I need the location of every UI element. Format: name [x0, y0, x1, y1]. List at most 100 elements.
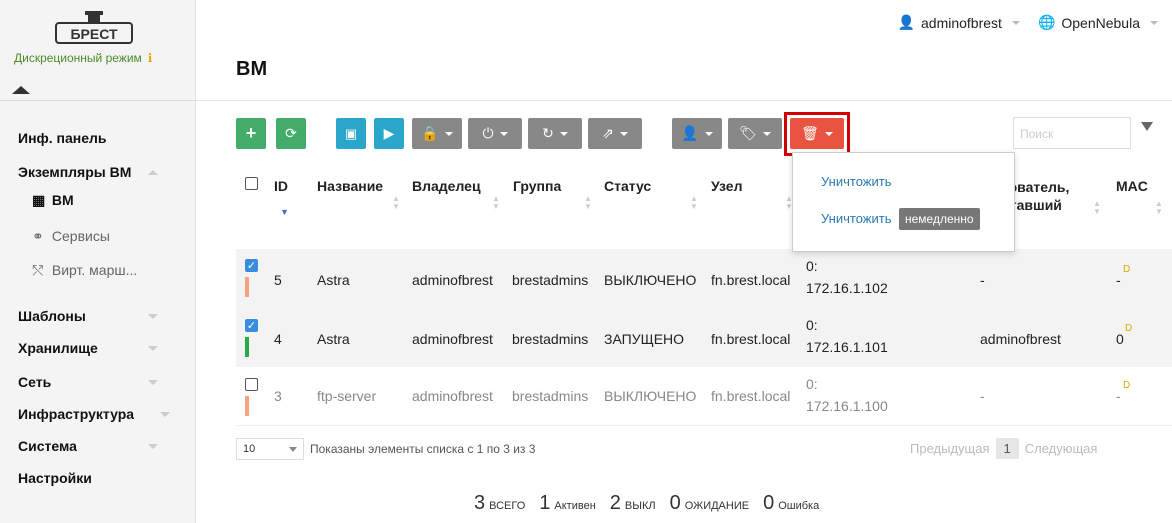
- pagination: Предыдущая 1 Следующая: [910, 438, 1097, 459]
- cell-group: brestadmins: [512, 388, 589, 404]
- top-bar: 👤 adminofbrest 🌐 OpenNebula: [898, 14, 1158, 31]
- prev-button[interactable]: Предыдущая: [910, 441, 990, 456]
- count-pending: 0 ОЖИДАНИЕ: [669, 492, 750, 514]
- nav-settings[interactable]: Настройки: [18, 470, 92, 486]
- nav-storage[interactable]: Хранилище: [18, 340, 98, 356]
- cell-status: ВЫКЛЮЧЕНО: [604, 388, 697, 404]
- sort-icon: ▲ ▼: [492, 194, 500, 211]
- labels-menu-button[interactable]: 🏷: [728, 118, 782, 149]
- reboot-menu-button[interactable]: ↻: [528, 118, 582, 149]
- chevron-down-icon: [160, 412, 170, 417]
- caret-down-icon: [499, 131, 508, 136]
- cell-owner: adminofbrest: [412, 272, 493, 288]
- count-error: 0 Ошибка: [763, 492, 820, 514]
- cell-id: 4: [274, 331, 282, 347]
- filter-icon[interactable]: [1141, 122, 1153, 131]
- sidebar: БРЕСТ Дискреционный режим ℹ Инф. панель Э…: [0, 0, 196, 523]
- divider: [196, 100, 1172, 101]
- nav-network[interactable]: Сеть: [18, 374, 51, 390]
- info-icon[interactable]: ℹ: [148, 51, 153, 65]
- nav-vm-instances[interactable]: Экземпляры ВМ: [18, 164, 131, 180]
- nav-system[interactable]: Система: [18, 438, 77, 454]
- table-row[interactable]: ✓ 5 Astra adminofbrest brestadmins ВЫКЛЮ…: [236, 249, 1172, 308]
- nav-services-label: Сервисы: [51, 228, 110, 244]
- chevron-down-icon: [148, 346, 158, 351]
- col-group[interactable]: Группа: [513, 178, 561, 194]
- cell-id: 3: [274, 388, 282, 404]
- cell-host: fn.brest.local: [711, 388, 791, 404]
- refresh-icon: ⟳: [285, 125, 297, 141]
- cell-owner: adminofbrest: [412, 388, 493, 404]
- mac-flag: D: [1125, 323, 1133, 334]
- nav-vms[interactable]: ▦ ВМ: [32, 192, 74, 209]
- sort-desc-icon: ▼: [280, 207, 289, 217]
- row-checkbox[interactable]: [245, 378, 258, 391]
- mac-flag: D: [1123, 380, 1131, 391]
- page-1-button[interactable]: 1: [995, 438, 1019, 459]
- caret-down-icon: [444, 131, 453, 136]
- count-total: 3 ВСЕГО: [474, 492, 526, 514]
- cell-ip-nic: 0:: [806, 317, 818, 333]
- col-owner[interactable]: Владелец: [412, 178, 481, 194]
- cell-ip-nic: 0:: [806, 376, 818, 392]
- owner-menu-button[interactable]: 👤: [672, 118, 722, 149]
- play-button[interactable]: ▶: [374, 118, 404, 149]
- search-input[interactable]: Поиск: [1013, 117, 1131, 149]
- refresh-button[interactable]: ⟳: [276, 118, 306, 149]
- user-icon: 👤: [897, 14, 915, 30]
- chevron-up-icon: [148, 170, 158, 175]
- menu-item-destroy[interactable]: Уничтожить: [821, 174, 891, 189]
- cell-host: fn.brest.local: [711, 331, 791, 347]
- menu-item-destroy-now[interactable]: Уничтожить: [821, 211, 891, 226]
- cell-mac: -: [1116, 272, 1121, 288]
- row-checkbox[interactable]: ✓: [245, 319, 258, 332]
- user-menu[interactable]: 👤 adminofbrest: [898, 14, 1020, 31]
- highlight-box: [784, 112, 850, 156]
- cell-ip: 172.16.1.102: [806, 280, 888, 296]
- col-host[interactable]: Узел: [711, 178, 742, 194]
- page-size-value: 10: [243, 443, 256, 455]
- sort-icon: ▲ ▼: [1155, 199, 1163, 216]
- table-row[interactable]: 3 ftp-server adminofbrest brestadmins ВЫ…: [236, 367, 1172, 426]
- col-id[interactable]: ID: [274, 178, 288, 194]
- state-indicator: [245, 396, 249, 416]
- caret-down-icon: [1011, 20, 1020, 25]
- select-all-checkbox[interactable]: [245, 177, 258, 190]
- lock-icon: 🔒: [421, 125, 439, 141]
- zone-menu[interactable]: 🌐 OpenNebula: [1038, 14, 1158, 31]
- zone-name: OpenNebula: [1061, 14, 1140, 31]
- caret-down-icon: [704, 131, 713, 136]
- create-button[interactable]: +: [236, 118, 266, 149]
- row-checkbox[interactable]: ✓: [245, 259, 258, 272]
- nav-infrastructure[interactable]: Инфраструктура: [18, 406, 134, 422]
- nav-services[interactable]: ⚭ Сервисы: [32, 228, 110, 245]
- power-menu-button[interactable]: ⏻: [468, 118, 522, 149]
- lock-menu-button[interactable]: 🔒: [412, 118, 462, 149]
- col-name[interactable]: Название: [317, 178, 383, 194]
- nav-dashboard[interactable]: Инф. панель: [18, 130, 107, 146]
- migrate-menu-button[interactable]: ⇗: [588, 118, 642, 149]
- caret-down-icon: [289, 447, 297, 452]
- nav-virtual-routers[interactable]: ⤲ Вирт. марш...: [32, 262, 137, 279]
- cell-owner: adminofbrest: [412, 331, 493, 347]
- cell-user: -: [980, 388, 985, 404]
- now-badge[interactable]: немедленно: [899, 208, 980, 230]
- page-title: ВМ: [236, 58, 268, 80]
- router-icon: ⤲: [32, 262, 44, 278]
- mode-label: Дискреционный режим: [14, 51, 142, 65]
- vm-counts: 3 ВСЕГО 1 Активен 2 ВЫКЛ 0 ОЖИДАНИЕ 0 Ошибка: [474, 492, 819, 515]
- nav-templates[interactable]: Шаблоны: [18, 308, 86, 324]
- save-button[interactable]: ▣: [336, 118, 366, 149]
- collapse-arrow-icon[interactable]: [12, 86, 30, 94]
- cell-status: ЗАПУЩЕНО: [604, 331, 685, 347]
- caret-down-icon: [1150, 20, 1158, 25]
- save-icon: ▣: [344, 125, 358, 141]
- next-button[interactable]: Следующая: [1025, 441, 1098, 456]
- cell-name: Astra: [317, 272, 350, 288]
- chevron-down-icon: [148, 380, 158, 385]
- globe-icon: 🌐: [1037, 14, 1056, 30]
- col-status[interactable]: Статус: [604, 178, 651, 194]
- table-row[interactable]: ✓ 4 Astra adminofbrest brestadmins ЗАПУЩ…: [236, 308, 1172, 367]
- col-mac[interactable]: MAC: [1116, 178, 1148, 194]
- page-size-select[interactable]: 10: [236, 438, 304, 460]
